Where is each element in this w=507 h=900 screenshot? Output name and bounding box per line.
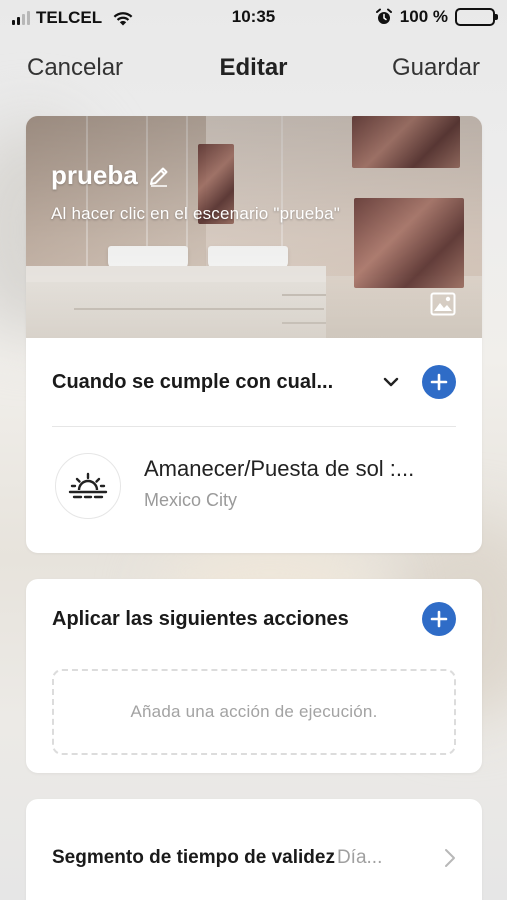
add-condition-button[interactable] <box>422 365 456 399</box>
validity-row[interactable]: Segmento de tiempo de validez Día... <box>52 843 456 873</box>
divider <box>52 426 456 427</box>
condition-title: Amanecer/Puesta de sol :... <box>144 456 415 481</box>
actions-header: Aplicar las siguientes acciones <box>52 599 456 639</box>
conditions-header: Cuando se cumple con cual... <box>52 362 456 402</box>
conditions-title[interactable]: Cuando se cumple con cual... <box>52 371 333 394</box>
chevron-right-icon <box>445 849 455 867</box>
sunrise-icon <box>68 472 108 499</box>
navigation-bar: Cancelar Editar Guardar <box>0 48 507 88</box>
scene-name[interactable]: prueba <box>51 160 170 191</box>
add-action-placeholder[interactable]: Añada una acción de ejecución. <box>52 669 456 755</box>
scene-name-text: prueba <box>51 160 138 190</box>
save-button[interactable]: Guardar <box>392 54 480 82</box>
scene-cover-image[interactable]: prueba Al hacer clic en el escenario "pr… <box>26 116 482 338</box>
actions-title: Aplicar las siguientes acciones <box>52 607 349 630</box>
validity-value: Día... <box>336 847 383 868</box>
scene-card: prueba Al hacer clic en el escenario "pr… <box>26 116 482 553</box>
pencil-icon[interactable] <box>148 165 170 187</box>
plus-icon <box>430 373 448 391</box>
validity-card: Segmento de tiempo de validez Día... <box>26 799 482 900</box>
image-icon[interactable] <box>430 292 456 316</box>
status-bar: TELCEL 10:35 100 % <box>0 0 507 34</box>
alarm-icon <box>375 8 392 24</box>
scene-description: Al hacer clic en el escenario "prueba" <box>51 204 340 223</box>
condition-icon-badge <box>55 453 121 519</box>
plus-icon <box>430 610 448 628</box>
battery-percent: 100 % <box>399 7 448 26</box>
chevron-down-icon[interactable] <box>382 373 400 391</box>
condition-item[interactable]: Amanecer/Puesta de sol :... Mexico City <box>52 447 456 519</box>
validity-label: Segmento de tiempo de validez <box>52 847 335 868</box>
battery-icon <box>455 8 498 26</box>
add-action-button[interactable] <box>422 602 456 636</box>
condition-subtitle: Mexico City <box>144 490 238 510</box>
actions-card: Aplicar las siguientes acciones Añada un… <box>26 579 482 773</box>
